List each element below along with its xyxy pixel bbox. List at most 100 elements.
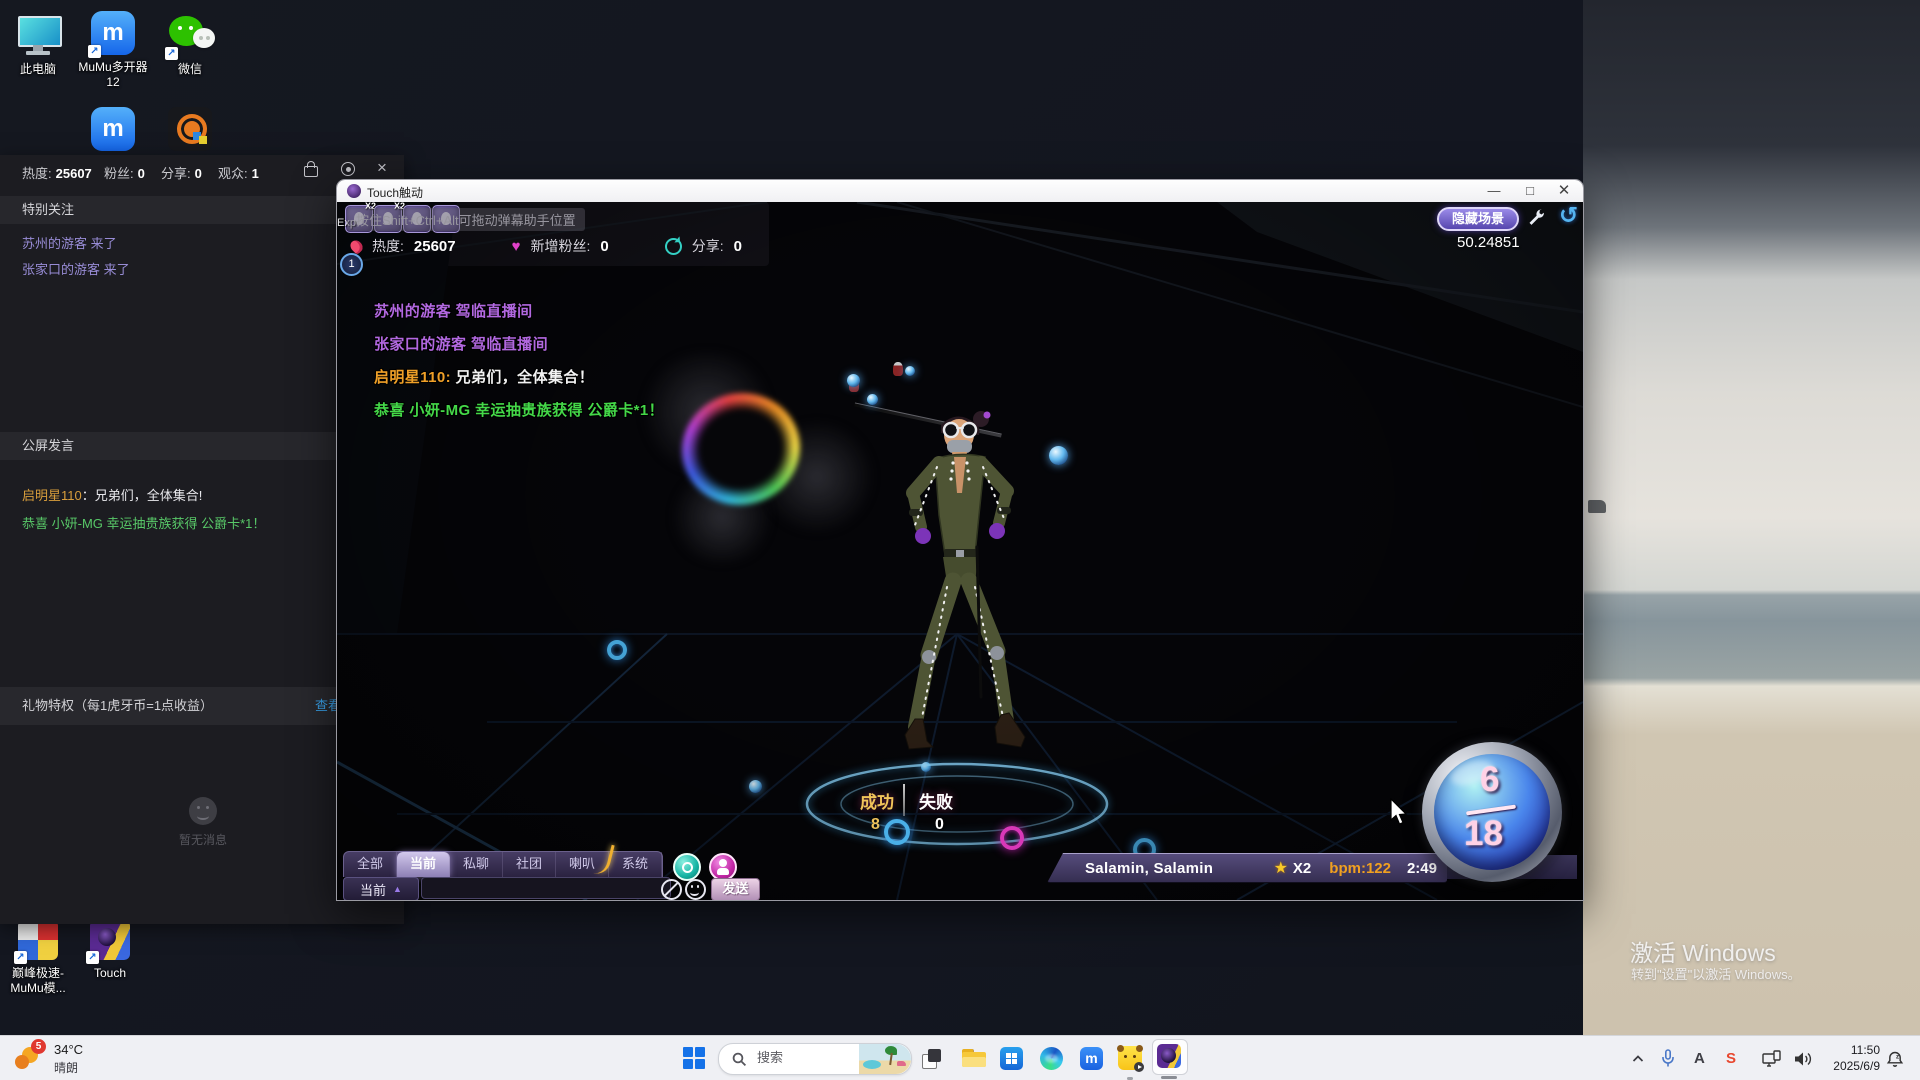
emoji-icon[interactable] — [685, 879, 706, 900]
maximize-button[interactable]: □ — [1513, 180, 1547, 202]
desktop-icon-this-pc[interactable]: 此电脑 — [0, 12, 76, 77]
special-message: 苏州的游客 来了 — [22, 236, 117, 251]
search-icon — [732, 1052, 747, 1067]
clock[interactable]: 11:50 2025/6/9 — [1824, 1042, 1880, 1074]
desktop-icon-wechat[interactable]: ↗ 微信 — [152, 12, 228, 77]
tray-volume[interactable] — [1794, 1036, 1813, 1080]
star-icon: ★ — [1273, 860, 1288, 877]
desktop-icon-recorder[interactable] — [152, 106, 228, 152]
sun-icon — [15, 1055, 29, 1069]
desktop-icon-label: Touch — [93, 966, 127, 980]
chat-shield-icon[interactable] — [673, 853, 701, 881]
desktop-icon-racing[interactable]: ↗ 巅峰极速-MuMu模... — [0, 918, 76, 996]
song-time: 2:49 — [1406, 859, 1437, 877]
huya-live-button[interactable] — [1117, 1045, 1144, 1072]
tab-guild[interactable]: 社团 — [503, 852, 556, 877]
game-chat-message: 苏州的游客 驾临直播间 — [374, 303, 533, 320]
network-icon — [1762, 1050, 1781, 1067]
bubble — [867, 394, 878, 405]
racing-game-icon: ↗ — [14, 918, 60, 964]
active-indicator — [1161, 1076, 1177, 1079]
share-icon — [664, 237, 682, 255]
search-box[interactable] — [718, 1043, 912, 1075]
bubble — [847, 374, 860, 387]
desktop-icon-touch[interactable]: ↗ Touch — [72, 918, 148, 981]
tab-current[interactable]: 当前 — [397, 852, 450, 877]
record-icon[interactable] — [341, 162, 355, 176]
tray-time: 11:50 — [1850, 1043, 1880, 1057]
public-message: 启明星110：兄弟们，全体集合! — [22, 488, 203, 503]
window-title-bar[interactable]: Touch触动 — □ ✕ — [337, 180, 1583, 202]
weather-widget[interactable]: 5 34°C 晴朗 — [8, 1038, 128, 1079]
desktop-icon-label: 微信 — [177, 62, 202, 76]
round-current: 6 — [1480, 760, 1500, 799]
coordinate-readout: 50.24851 — [1457, 234, 1520, 251]
desktop-icon-mumu-2[interactable]: m — [75, 106, 151, 152]
chat-input[interactable] — [421, 877, 671, 899]
song-title: Salamin, Salamin — [1085, 859, 1214, 877]
success-value: 8 — [871, 816, 880, 833]
chat-user-icon[interactable] — [709, 853, 737, 881]
channel-selector[interactable]: 当前 ▲ — [343, 877, 419, 900]
temperature: 34°C — [54, 1042, 84, 1057]
touch-game-window: Touch触动 — □ ✕ X2 X2 Exp 1 按住Shift+Ctrl+A… — [337, 180, 1583, 900]
tab-all[interactable]: 全部 — [344, 852, 397, 877]
play-icon — [1134, 1062, 1144, 1072]
overlay-stats: 热度: 25607 ♥ 新增粉丝: 0 分享: 0 — [348, 236, 742, 256]
shortcut-arrow-icon: ↗ — [88, 45, 101, 58]
tab-horn[interactable]: 喇叭 — [556, 852, 609, 877]
close-icon[interactable]: × — [377, 159, 387, 176]
microsoft-store-button[interactable] — [1000, 1047, 1023, 1070]
wechat-icon: ↗ — [165, 12, 215, 60]
bubble — [1049, 446, 1068, 465]
start-button[interactable] — [683, 1047, 705, 1069]
touch-game-button-active[interactable] — [1152, 1039, 1188, 1075]
chevron-up-icon: ▲ — [393, 884, 402, 894]
tab-system[interactable]: 系统 — [609, 852, 662, 877]
chevron-up-icon — [1632, 1054, 1644, 1062]
heat-icon — [348, 237, 365, 255]
send-button[interactable]: 发送 — [711, 878, 760, 900]
fail-label: 失败 — [919, 793, 953, 812]
mumu-icon: m — [90, 106, 136, 152]
fans-stat: 粉丝: 0 — [104, 166, 145, 181]
drag-hint: 按住Shift+Ctrl+Alt可拖动弹幕助手位置 — [347, 208, 585, 231]
lock-icon[interactable] — [304, 161, 318, 177]
note-ring-magenta — [1000, 826, 1024, 850]
file-explorer-button[interactable] — [962, 1048, 986, 1068]
close-button[interactable]: ✕ — [1547, 180, 1581, 202]
search-input[interactable] — [755, 1049, 851, 1066]
tab-private[interactable]: 私聊 — [450, 852, 503, 877]
weather-condition: 晴朗 — [54, 1061, 79, 1075]
this-pc-icon — [15, 12, 62, 58]
exp-counter: 1 — [340, 253, 363, 276]
microphone-icon — [1662, 1049, 1674, 1067]
app-icon — [347, 184, 361, 198]
round-total: 18 — [1464, 814, 1503, 853]
undo-icon[interactable]: ↺ — [1559, 202, 1578, 229]
new-fans-icon: ♥ — [511, 237, 521, 255]
wrench-icon[interactable] — [1527, 208, 1545, 226]
desktop-icon-label: 此电脑 — [19, 62, 56, 76]
hide-scene-button[interactable]: 隐藏场景 — [1437, 207, 1519, 231]
beach-chair — [1588, 500, 1606, 513]
tray-sogou-input[interactable]: S — [1726, 1036, 1736, 1080]
mumu-player-button[interactable]: m — [1080, 1047, 1103, 1070]
tray-expand-button[interactable] — [1632, 1036, 1644, 1080]
edge-browser-button[interactable] — [1040, 1047, 1063, 1070]
tray-network[interactable] — [1762, 1036, 1781, 1080]
special-message: 张家口的游客 来了 — [22, 262, 130, 277]
tray-microphone[interactable] — [1660, 1036, 1676, 1080]
round-counter-badge: 6 18 — [1422, 742, 1562, 882]
beach-wallpaper — [1583, 0, 1920, 1035]
tray-notifications[interactable]: z — [1886, 1036, 1904, 1080]
tray-ime-latin[interactable]: A — [1694, 1036, 1705, 1080]
bubble — [749, 780, 762, 793]
block-icon[interactable] — [661, 879, 682, 900]
taskbar: 5 34°C 晴朗 m — [0, 1035, 1920, 1080]
song-info-bar: Salamin, Salamin ★ X2 bpm:122 2:49 — [1047, 853, 1447, 883]
task-view-button[interactable] — [920, 1047, 943, 1070]
minimize-button[interactable]: — — [1477, 180, 1511, 202]
share-stat: 分享: 0 — [161, 166, 202, 181]
desktop-icon-mumu-multi[interactable]: m ↗ MuMu多开器12 — [75, 10, 151, 90]
